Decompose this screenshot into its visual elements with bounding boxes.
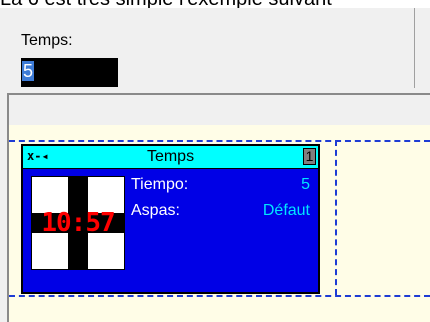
guide-line-top [9,140,430,142]
module-title-bar[interactable]: x-◂ Temps 1 [23,146,318,169]
module-title: Temps [146,148,195,165]
field-aspas-label: Aspas: [131,202,180,219]
guide-line-bottom [9,295,430,297]
clock-digits: 10:57 [41,208,115,238]
temps-input-value: 5 [22,61,35,81]
properties-panel: Temps: 5 [0,8,430,88]
temps-input[interactable]: 5 [21,58,118,87]
temps-label: Temps: [21,32,73,49]
workspace-header [9,95,430,125]
guide-line-vertical [335,140,337,295]
field-tiempo-value: 5 [301,176,310,193]
field-aspas-value: Défaut [262,202,310,219]
temps-module[interactable]: x-◂ Temps 1 10:57 Tiempo: 5 Aspas: Défau… [21,144,320,294]
field-tiempo-label: Tiempo: [131,176,189,193]
clock-icon: 10:57 [31,176,125,270]
panel-scrollbar[interactable] [414,8,430,88]
module-number-badge: 1 [303,148,316,165]
